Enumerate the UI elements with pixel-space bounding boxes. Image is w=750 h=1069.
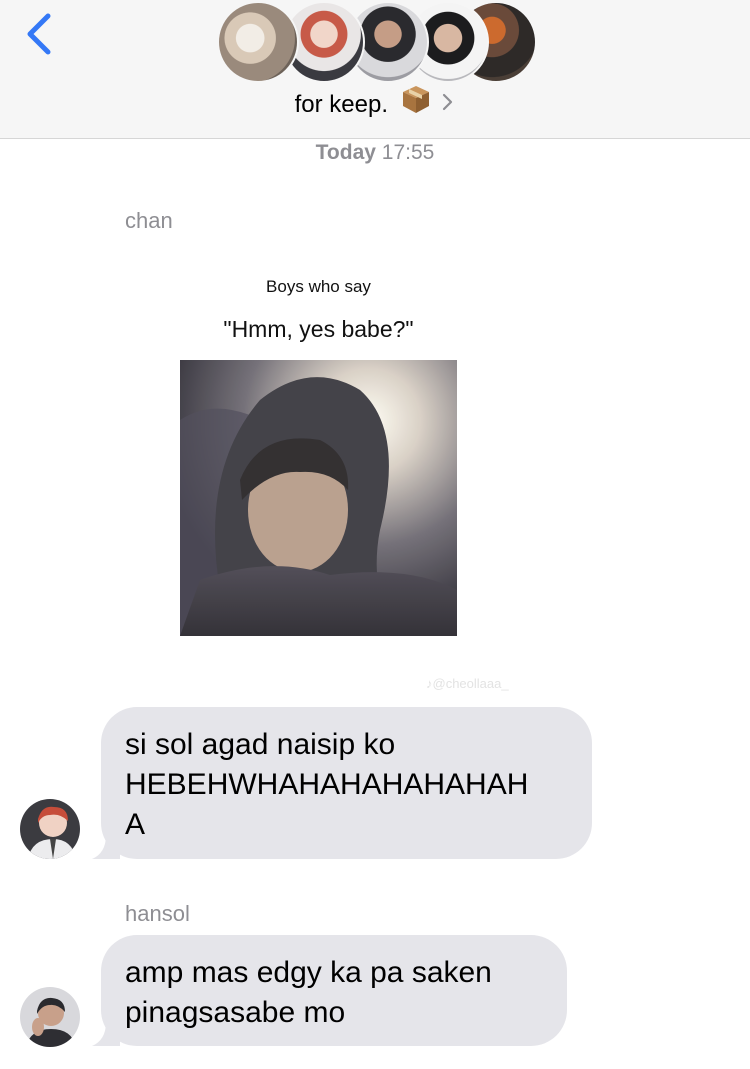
group-avatars[interactable]: [217, 1, 537, 83]
sender-name: chan: [125, 208, 173, 233]
watermark-text: @cheollaaa_: [432, 676, 509, 691]
sender-name: hansol: [125, 901, 190, 926]
bubble-tail: [92, 835, 120, 859]
group-name: for keep.: [294, 90, 389, 118]
meme-caption-line1: Boys who say: [266, 277, 371, 296]
back-button[interactable]: [22, 12, 62, 58]
message-bubble[interactable]: si sol agad naisip ko HEBEHWHAHAHAHAHAHA…: [92, 707, 592, 859]
chevron-left-icon: [27, 13, 51, 55]
timestamp-time: 17:55: [381, 141, 435, 164]
message-text-line: pinagsasabe mo: [125, 996, 346, 1029]
avatar[interactable]: [20, 987, 80, 1047]
avatar[interactable]: [20, 799, 80, 859]
message-bubble[interactable]: amp mas edgy ka pa saken pinagsasabe mo: [92, 935, 567, 1046]
message-text-line: HEBEHWHAHAHAHAHAHAH: [125, 768, 529, 801]
message-text-line: amp mas edgy ka pa saken: [125, 956, 492, 989]
chevron-right-icon: [441, 86, 455, 126]
tiktok-watermark: ♪@cheollaaa_: [426, 676, 509, 691]
message-timestamp: Today 17:55: [0, 140, 750, 166]
group-title[interactable]: for keep.: [0, 84, 750, 127]
meme-image[interactable]: [180, 360, 457, 636]
member-avatar-1: [217, 1, 299, 83]
package-icon: [401, 84, 431, 127]
message-text-line: A: [125, 808, 146, 841]
bubble-tail: [92, 1022, 120, 1046]
meme-caption-line2: "Hmm, yes babe?": [223, 316, 414, 342]
conversation-header: for keep.: [0, 0, 750, 139]
timestamp-day: Today: [315, 141, 376, 164]
message-text-line: si sol agad naisip ko: [125, 728, 396, 761]
